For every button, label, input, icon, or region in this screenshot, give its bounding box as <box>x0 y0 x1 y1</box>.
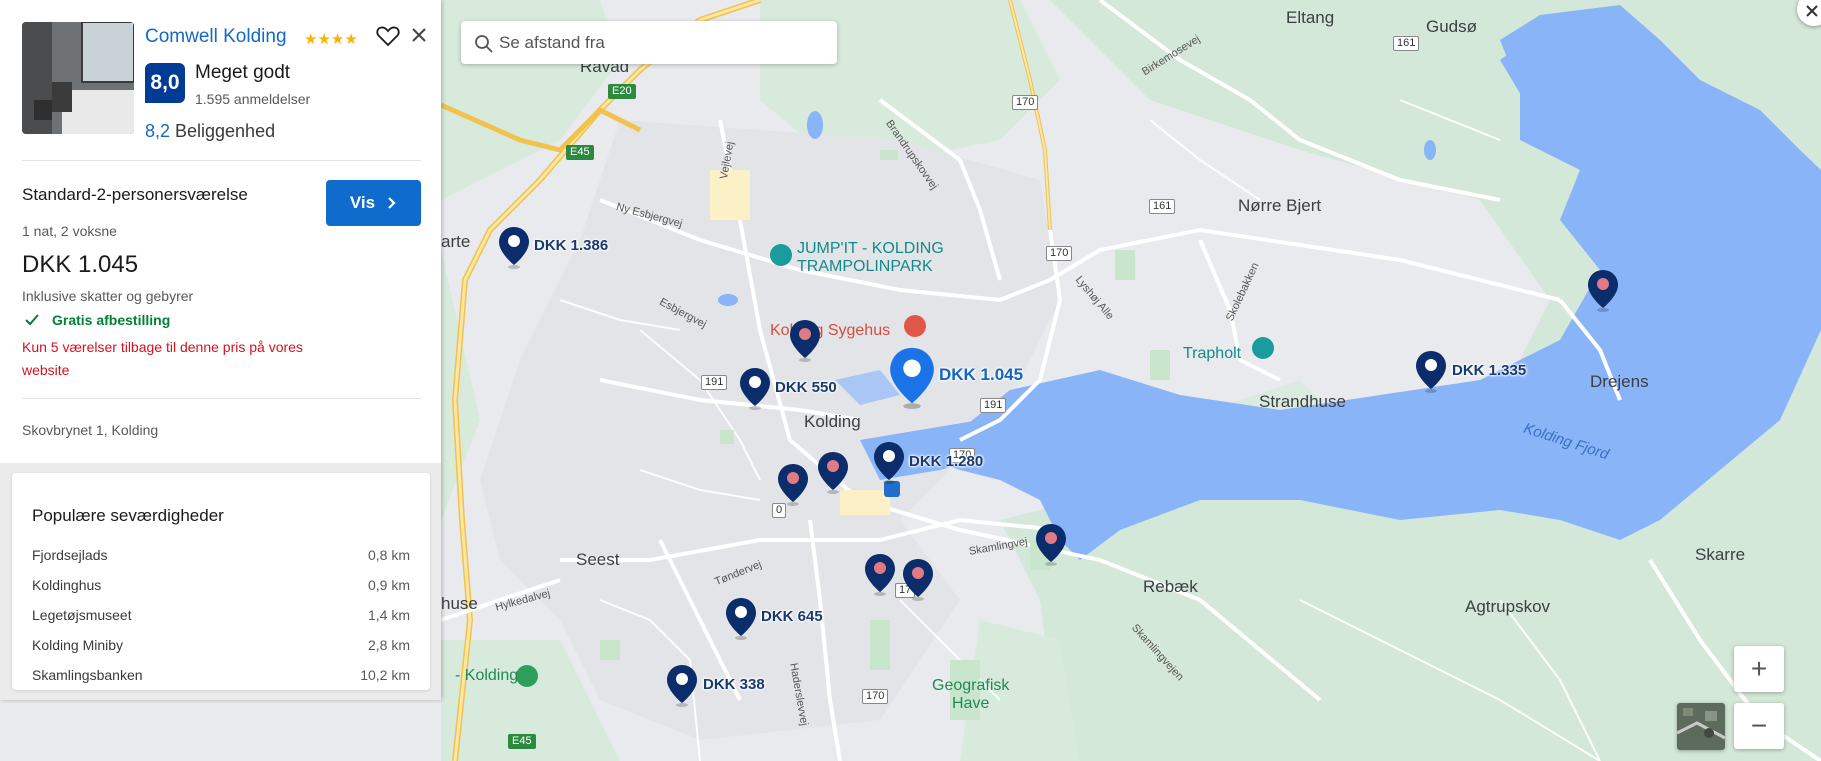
popular-sights-section: Populære seværdigheder Fjordsejlads 0,8 k… <box>0 463 441 700</box>
popular-sights-card: Populære seværdigheder Fjordsejlads 0,8 k… <box>12 473 430 690</box>
price-label-550[interactable]: DKK 550 <box>775 379 837 396</box>
taxes-note: Inklusive skatter og gebyrer <box>22 288 194 304</box>
hotel-photo[interactable] <box>22 22 134 134</box>
shield-170-north: 170 <box>1012 95 1039 110</box>
search-input[interactable] <box>499 21 829 64</box>
sight-row: Kolding Miniby 2,8 km <box>32 637 410 653</box>
plus-icon: + <box>1750 653 1768 684</box>
place-gudso: Gudsø <box>1426 17 1478 36</box>
view-button[interactable]: Vis <box>326 180 421 226</box>
chevron-right-icon <box>388 197 396 209</box>
zoom-out-button[interactable]: − <box>1734 703 1784 749</box>
checkmark-icon <box>25 314 39 326</box>
hotel-card: Comwell Kolding ★★★★ 8,0 Meget godt 1.59… <box>0 0 441 700</box>
occupancy: 1 nat, 2 voksne <box>22 223 117 239</box>
poi-jumpit[interactable]: JUMP'IT - KOLDING TRAMPOLINPARK <box>797 240 944 276</box>
place-kolding: Kolding <box>804 412 861 431</box>
place-huse: huse <box>441 594 478 613</box>
divider <box>22 398 421 399</box>
search-icon <box>475 35 493 53</box>
close-icon <box>1806 5 1818 17</box>
zoom-in-button[interactable]: + <box>1734 646 1784 692</box>
close-icon[interactable] <box>409 25 429 45</box>
place-strandhuse: Strandhuse <box>1259 392 1346 411</box>
price-marker-icon[interactable] <box>871 440 907 484</box>
hotel-marker-icon[interactable] <box>1033 522 1069 566</box>
price-label-1280[interactable]: DKK 1.280 <box>909 453 983 470</box>
price-marker-icon[interactable] <box>496 225 532 269</box>
hotel-name[interactable]: Comwell Kolding <box>145 26 287 48</box>
price-label-1045-selected[interactable]: DKK 1.045 <box>939 365 1023 385</box>
scarcity-message: Kun 5 værelser tilbage til denne pris på… <box>22 339 303 378</box>
star-rating-icon: ★★★★ <box>304 31 358 48</box>
shield-e45-south: E45 <box>508 734 536 749</box>
free-cancellation: Gratis afbestilling <box>52 312 171 328</box>
shield-170-mid: 170 <box>1046 246 1073 261</box>
hotel-marker-icon[interactable] <box>815 450 851 494</box>
hotel-marker-icon[interactable] <box>787 318 823 362</box>
location-label: Beliggenhed <box>175 121 276 141</box>
hotel-marker-icon[interactable] <box>862 552 898 596</box>
sight-row: Skamlingsbanken 10,2 km <box>32 667 410 683</box>
price-marker-icon[interactable] <box>1413 349 1449 393</box>
hotel-marker-icon[interactable] <box>900 557 936 601</box>
shield-e20: E20 <box>608 84 636 99</box>
place-seest: Seest <box>576 550 620 569</box>
sight-row: Fjordsejlads 0,8 km <box>32 547 410 563</box>
place-arte: arte <box>441 232 471 251</box>
room-name: Standard-2-personersværelse <box>22 185 248 204</box>
price-marker-icon[interactable] <box>737 366 773 410</box>
place-skarre: Skarre <box>1695 545 1746 564</box>
close-map-button[interactable] <box>1797 0 1821 26</box>
hotel-address: Skovbrynet 1, Kolding <box>22 422 159 438</box>
place-agtrupskov: Agtrupskov <box>1465 597 1551 616</box>
shield-191-west: 191 <box>701 375 728 390</box>
heart-icon[interactable] <box>375 23 401 49</box>
price-label-1335[interactable]: DKK 1.335 <box>1452 362 1526 379</box>
place-eltang: Eltang <box>1286 8 1335 27</box>
price-marker-icon[interactable] <box>664 663 700 707</box>
poi-kolding-left[interactable]: - Kolding <box>455 667 518 685</box>
rating-word: Meget godt <box>195 62 291 83</box>
selected-hotel-marker-icon[interactable] <box>884 345 940 409</box>
poi-geografisk-have[interactable]: Geografisk Have <box>932 677 1009 713</box>
minus-icon: − <box>1750 710 1768 741</box>
price: DKK 1.045 <box>22 251 139 278</box>
hotel-marker-icon[interactable] <box>1585 268 1621 312</box>
distance-search[interactable] <box>461 21 837 64</box>
shield-161-north: 161 <box>1393 36 1420 51</box>
price-label-338[interactable]: DKK 338 <box>703 676 765 693</box>
satellite-layer-toggle[interactable] <box>1677 703 1725 750</box>
hotel-marker-icon[interactable] <box>775 462 811 506</box>
price-label-1386[interactable]: DKK 1.386 <box>534 237 608 254</box>
review-count: 1.595 anmeldelser <box>195 91 311 107</box>
place-norre-bjert: Nørre Bjert <box>1238 196 1322 215</box>
review-score-badge: 8,0 <box>145 63 185 103</box>
sight-row: Koldinghus 0,9 km <box>32 577 410 593</box>
location-score: 8,2 <box>145 121 171 141</box>
satellite-thumbnail-icon <box>1677 703 1725 750</box>
place-drejens: Drejens <box>1590 372 1649 391</box>
sight-row: Legetøjsmuseet 1,4 km <box>32 607 410 623</box>
place-rebaek: Rebæk <box>1143 577 1198 596</box>
view-button-label: Vis <box>349 193 376 212</box>
shield-e45: E45 <box>566 145 594 160</box>
price-label-645[interactable]: DKK 645 <box>761 608 823 625</box>
shield-170-south: 170 <box>862 689 889 704</box>
price-marker-icon[interactable] <box>723 596 759 640</box>
poi-trapholt[interactable]: Trapholt <box>1183 345 1241 363</box>
shield-161: 161 <box>1149 199 1176 214</box>
hotel-room-photo <box>22 22 134 134</box>
divider <box>22 160 421 161</box>
sights-title: Populære seværdigheder <box>32 506 224 525</box>
shield-191-east: 191 <box>980 398 1007 413</box>
